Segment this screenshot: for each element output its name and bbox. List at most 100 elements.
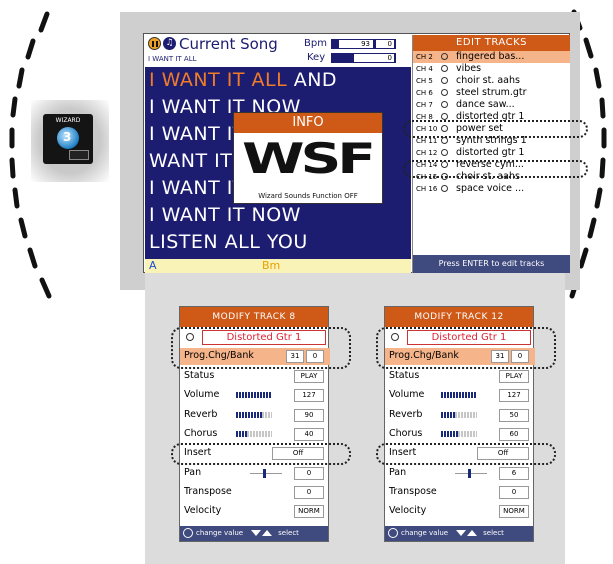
modify-footer: change value select [385,526,533,541]
edit-tracks-title: EDIT TRACKS [413,35,570,51]
track-radio-icon[interactable] [441,137,448,144]
pan-label: Pan [389,466,407,478]
track-name: steel strum.gtr [456,87,527,98]
velocity-row[interactable]: Velocity NORM [180,503,330,520]
play-pause-icon[interactable] [148,37,161,50]
track-name: space voice ... [456,183,525,194]
track-radio-icon[interactable] [441,65,448,72]
status-row[interactable]: Status PLAY [180,368,330,385]
transpose-value[interactable]: 0 [499,485,529,499]
reverb-label: Reverb [184,408,218,420]
volume-label: Volume [184,389,220,401]
track-radio-icon[interactable] [441,77,448,84]
modify-footer: change value select [180,526,328,541]
velocity-value[interactable]: NORM [499,505,529,519]
volume-row[interactable]: Volume 127 [385,387,535,404]
pan-value[interactable]: 0 [294,466,324,480]
lyric-highlight: I WANT IT ALL [149,69,288,91]
lyric-text: LISTEN ALL YOU [149,231,308,253]
status-row[interactable]: Status PLAY [385,368,535,385]
key-field[interactable]: 0 [331,53,396,63]
track-name: choir st. aahs [456,75,520,86]
track-row[interactable]: CH 2 fingered bas... [413,51,570,63]
volume-label: Volume [389,389,425,401]
track-channel: CH 7 [416,101,433,109]
transpose-row[interactable]: Transpose 0 [180,484,330,501]
arrow-up-icon [262,530,273,536]
chorus-value[interactable]: 40 [294,427,324,441]
volume-row[interactable]: Volume 127 [180,387,330,404]
reverb-level-bar [441,411,477,418]
track-name: fingered bas... [456,51,525,62]
chorus-label: Chorus [184,427,218,439]
current-chord: A [149,259,157,272]
dial-icon [388,528,398,538]
track-channel: CH 16 [416,185,438,193]
wizard-icon[interactable]: WIZARD 3 [43,114,93,164]
status-value[interactable]: PLAY [499,370,529,383]
volume-value[interactable]: 127 [294,389,324,403]
highlight-insert-12 [376,443,556,465]
modify-title: MODIFY TRACK 8 [180,307,328,327]
highlight-sound-12 [376,327,556,369]
next-chord: Bm [262,259,281,272]
chorus-level-bar [236,430,272,437]
reverb-value[interactable]: 50 [499,408,529,422]
track-channel: CH 2 [416,53,433,61]
track-name: dance saw... [456,99,515,110]
info-title: INFO [234,113,382,133]
track-name: distorted gtr 1 [456,147,525,158]
chorus-value[interactable]: 60 [499,427,529,441]
track-radio-icon[interactable] [441,89,448,96]
info-message: Wizard Sounds Function OFF [258,192,358,200]
select-hint: select [483,529,504,537]
status-value[interactable]: PLAY [294,370,324,383]
track-row[interactable]: CH 16 space voice ... [413,183,570,195]
pan-row[interactable]: Pan 0 [180,465,330,482]
transpose-value[interactable]: 0 [294,485,324,499]
track-channel: CH 4 [416,65,433,73]
track-row[interactable]: CH 5 choir st. aahs [413,75,570,87]
pan-value[interactable]: 6 [499,466,529,480]
chorus-row[interactable]: Chorus 40 [180,426,330,443]
arrow-down-icon [251,530,262,536]
velocity-label: Velocity [184,505,222,517]
track-row[interactable]: CH 4 vibes [413,63,570,75]
arrow-up-icon [467,530,478,536]
highlight-track-8 [403,120,588,138]
transpose-row[interactable]: Transpose 0 [385,484,535,501]
select-hint: select [278,529,299,537]
track-radio-icon[interactable] [441,101,448,108]
bpm-field[interactable]: 93 0 [331,39,396,49]
velocity-row[interactable]: Velocity NORM [385,503,535,520]
track-radio-icon[interactable] [441,53,448,60]
highlight-insert-8 [171,443,351,465]
reverb-value[interactable]: 90 [294,408,324,422]
highlight-track-12 [403,160,588,178]
track-row[interactable]: CH 12 distorted gtr 1 [413,147,570,159]
track-row[interactable]: CH 7 dance saw... [413,99,570,111]
track-radio-icon[interactable] [441,113,448,120]
velocity-value[interactable]: NORM [294,505,324,519]
transpose-label: Transpose [389,485,437,497]
pan-label: Pan [184,466,202,478]
volume-value[interactable]: 127 [499,389,529,403]
info-popup: INFO WSF Wizard Sounds Function OFF [233,112,383,204]
track-channel: CH 12 [416,149,438,157]
highlight-sound-8 [171,327,351,369]
volume-level-bar [236,392,272,399]
reverb-row[interactable]: Reverb 50 [385,407,535,424]
reverb-level-bar [236,411,272,418]
pan-slider[interactable] [455,468,487,478]
wizard-button[interactable]: WIZARD 3 [31,100,109,182]
pan-slider[interactable] [250,468,282,478]
track-radio-icon[interactable] [441,185,448,192]
chorus-row[interactable]: Chorus 60 [385,426,535,443]
song-icon: ♫ [163,37,176,50]
chorus-label: Chorus [389,427,423,439]
pan-row[interactable]: Pan 6 [385,465,535,482]
modify-title: MODIFY TRACK 12 [385,307,533,327]
reverb-row[interactable]: Reverb 90 [180,407,330,424]
track-row[interactable]: CH 6 steel strum.gtr [413,87,570,99]
track-radio-icon[interactable] [441,149,448,156]
